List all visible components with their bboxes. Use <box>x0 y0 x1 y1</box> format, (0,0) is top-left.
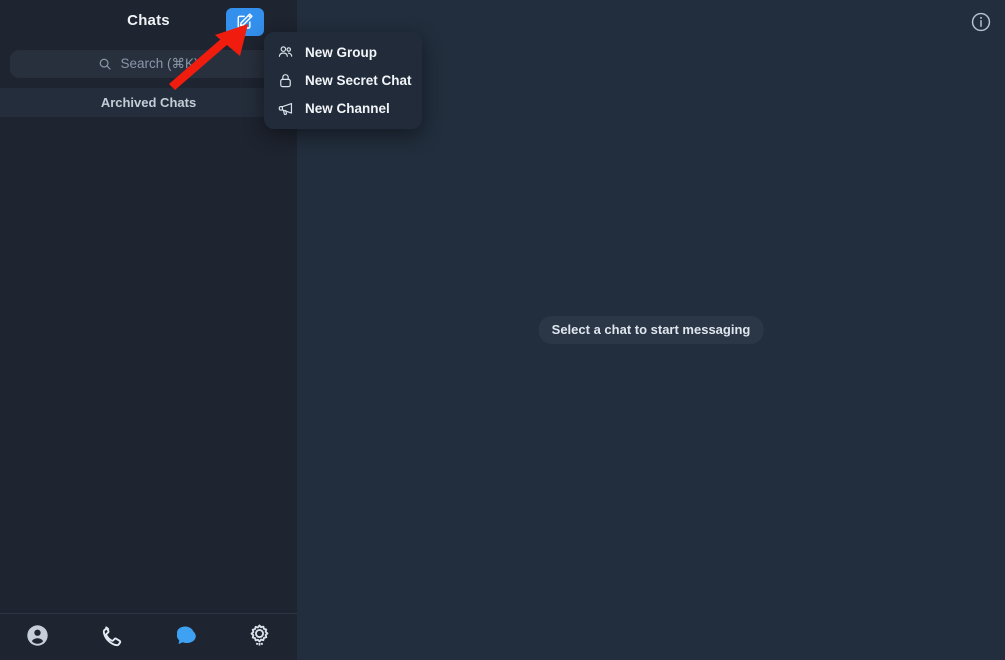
menu-item-new-channel[interactable]: New Channel <box>264 94 422 122</box>
new-chat-menu: New Group New Secret Chat New Channel <box>264 32 422 129</box>
archived-chats-row[interactable]: Archived Chats <box>0 88 297 117</box>
chat-bubbles-icon <box>172 623 200 652</box>
menu-item-new-secret-chat[interactable]: New Secret Chat <box>264 66 422 94</box>
tab-settings[interactable] <box>223 614 297 660</box>
chat-sidebar: Chats Search (⌘K) Archived Chats <box>0 0 297 660</box>
telegram-window: Chats Search (⌘K) Archived Chats Select … <box>0 0 1005 660</box>
contact-person-icon <box>25 623 50 651</box>
gear-icon <box>247 623 272 651</box>
group-people-icon <box>277 44 299 61</box>
info-circle-icon <box>970 11 992 36</box>
menu-item-new-group[interactable]: New Group <box>264 38 422 66</box>
menu-item-label: New Channel <box>305 100 390 116</box>
tab-chats[interactable] <box>149 614 223 660</box>
empty-state-message: Select a chat to start messaging <box>538 316 764 344</box>
search-placeholder: Search (⌘K) <box>120 56 199 71</box>
tab-calls[interactable] <box>74 614 148 660</box>
search-input[interactable]: Search (⌘K) <box>10 50 287 78</box>
compose-button[interactable] <box>226 8 264 36</box>
search-icon <box>98 57 112 71</box>
sidebar-tabbar <box>0 613 297 660</box>
archived-chats-label: Archived Chats <box>100 95 197 110</box>
tab-contacts[interactable] <box>0 614 74 660</box>
chat-list[interactable] <box>0 117 297 613</box>
compose-pencil-icon <box>236 12 254 33</box>
sidebar-header: Chats <box>0 0 297 44</box>
menu-item-label: New Group <box>305 44 378 60</box>
search-row: Search (⌘K) <box>0 50 297 78</box>
menu-item-label: New Secret Chat <box>305 72 412 88</box>
phone-icon <box>99 624 123 651</box>
lock-icon <box>277 72 299 89</box>
megaphone-icon <box>277 100 299 117</box>
info-button[interactable] <box>969 11 993 35</box>
